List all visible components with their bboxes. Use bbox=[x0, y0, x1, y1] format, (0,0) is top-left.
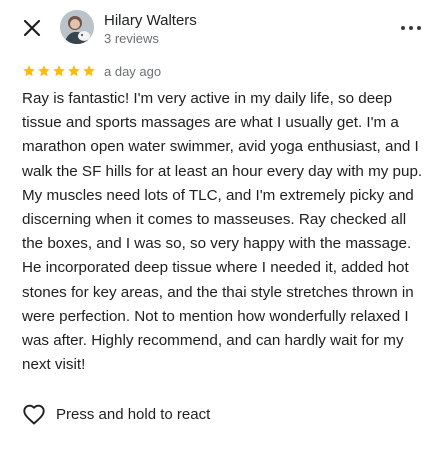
react-label: Press and hold to react bbox=[56, 405, 211, 423]
star-icon bbox=[68, 65, 80, 77]
star-icon bbox=[53, 65, 65, 77]
close-button[interactable] bbox=[20, 16, 44, 40]
reviewer-review-count: 3 reviews bbox=[104, 31, 159, 46]
reviewer-name[interactable]: Hilary Walters bbox=[104, 12, 197, 29]
reviewer-avatar[interactable] bbox=[60, 10, 94, 44]
heart-outline-icon bbox=[23, 404, 45, 425]
review-time: a day ago bbox=[104, 63, 162, 79]
star-icon bbox=[38, 65, 50, 77]
more-horizontal-icon bbox=[401, 26, 405, 30]
review-header: Hilary Walters 3 reviews bbox=[0, 0, 445, 56]
star-icon bbox=[23, 65, 35, 77]
react-button[interactable]: Press and hold to react bbox=[22, 402, 210, 426]
star-rating bbox=[22, 64, 96, 78]
avatar-photo bbox=[60, 10, 94, 44]
close-icon bbox=[23, 19, 41, 37]
review-text: Ray is fantastic! I'm very active in my … bbox=[22, 90, 423, 374]
star-icon bbox=[83, 65, 95, 77]
rating-row: a day ago bbox=[22, 62, 161, 80]
more-options-button[interactable] bbox=[398, 18, 424, 38]
